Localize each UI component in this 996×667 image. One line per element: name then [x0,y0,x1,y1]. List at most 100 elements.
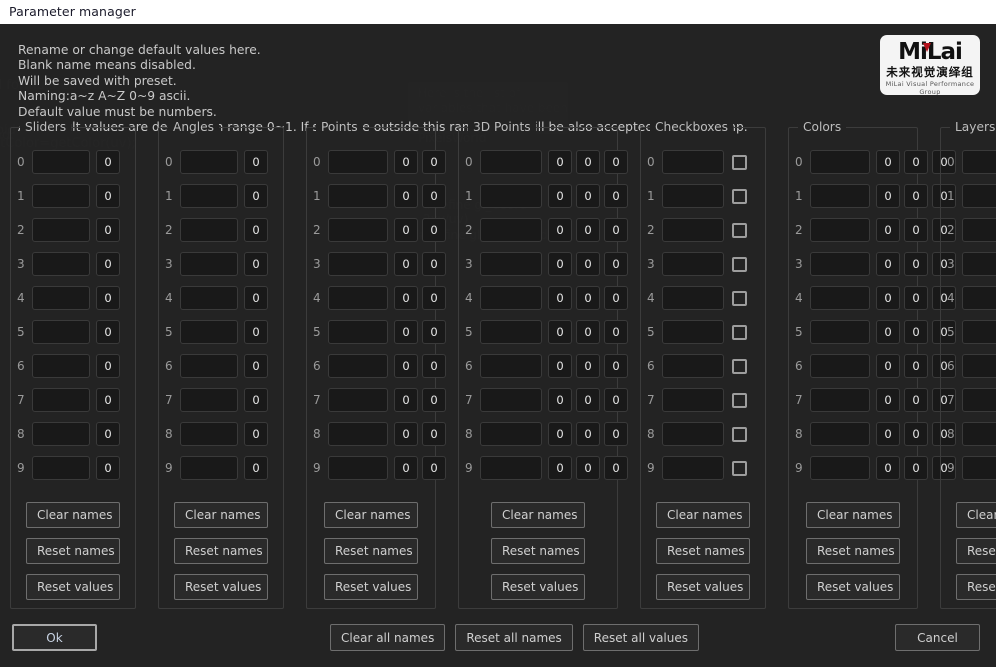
reset-all-values-button[interactable]: Reset all values [582,624,699,651]
value-input-points-9-0[interactable] [394,456,418,480]
value-input-colors-6-0[interactable] [876,354,900,378]
name-input-angles-6[interactable] [180,354,238,378]
checkbox-checkboxes-7[interactable] [732,392,747,408]
value-input-points-9-1[interactable] [422,456,446,480]
name-input-points3d-2[interactable] [480,218,542,242]
value-input-colors-7-0[interactable] [876,388,900,412]
reset-values-button-angles[interactable]: Reset values [174,574,268,600]
name-input-colors-6[interactable] [810,354,870,378]
value-input-points-7-0[interactable] [394,388,418,412]
name-input-points3d-7[interactable] [480,388,542,412]
value-input-colors-8-0[interactable] [876,422,900,446]
value-input-colors-9-1[interactable] [904,456,928,480]
checkbox-checkboxes-2[interactable] [732,222,747,238]
checkbox-checkboxes-0[interactable] [732,154,747,170]
name-input-angles-2[interactable] [180,218,238,242]
name-input-points3d-6[interactable] [480,354,542,378]
name-input-sliders-0[interactable] [32,150,90,174]
value-input-sliders-1-0[interactable] [96,184,120,208]
value-input-sliders-4-0[interactable] [96,286,120,310]
reset-names-button-points[interactable]: Reset names [324,538,418,564]
value-input-sliders-7-0[interactable] [96,388,120,412]
value-input-points3d-4-0[interactable] [548,286,572,310]
value-input-sliders-3-0[interactable] [96,252,120,276]
value-input-colors-0-0[interactable] [876,150,900,174]
name-input-layers-1[interactable] [962,184,996,208]
name-input-sliders-3[interactable] [32,252,90,276]
name-input-points3d-4[interactable] [480,286,542,310]
name-input-layers-7[interactable] [962,388,996,412]
value-input-points-5-1[interactable] [422,320,446,344]
clear-names-button-points3d[interactable]: Clear names [491,502,585,528]
value-input-points-4-0[interactable] [394,286,418,310]
value-input-points3d-4-1[interactable] [576,286,600,310]
cancel-button[interactable]: Cancel [895,624,980,651]
value-input-colors-9-0[interactable] [876,456,900,480]
name-input-points-0[interactable] [328,150,388,174]
value-input-points-6-1[interactable] [422,354,446,378]
value-input-colors-5-0[interactable] [876,320,900,344]
name-input-points3d-0[interactable] [480,150,542,174]
value-input-points-3-0[interactable] [394,252,418,276]
value-input-colors-2-0[interactable] [876,218,900,242]
name-input-checkboxes-9[interactable] [662,456,724,480]
value-input-sliders-6-0[interactable] [96,354,120,378]
reset-values-button-colors[interactable]: Reset values [806,574,900,600]
reset-names-button-sliders[interactable]: Reset names [26,538,120,564]
value-input-angles-2-0[interactable] [244,218,268,242]
value-input-points3d-1-1[interactable] [576,184,600,208]
name-input-points-1[interactable] [328,184,388,208]
name-input-points-7[interactable] [328,388,388,412]
value-input-points3d-9-0[interactable] [548,456,572,480]
value-input-points-8-0[interactable] [394,422,418,446]
value-input-points3d-6-0[interactable] [548,354,572,378]
value-input-colors-4-0[interactable] [876,286,900,310]
name-input-points-9[interactable] [328,456,388,480]
clear-names-button-points[interactable]: Clear names [324,502,418,528]
value-input-points-0-0[interactable] [394,150,418,174]
value-input-points3d-1-2[interactable] [604,184,628,208]
name-input-points3d-8[interactable] [480,422,542,446]
value-input-angles-6-0[interactable] [244,354,268,378]
value-input-points3d-2-0[interactable] [548,218,572,242]
name-input-sliders-2[interactable] [32,218,90,242]
value-input-colors-2-1[interactable] [904,218,928,242]
clear-names-button-checkboxes[interactable]: Clear names [656,502,750,528]
value-input-colors-7-1[interactable] [904,388,928,412]
value-input-sliders-0-0[interactable] [96,150,120,174]
reset-all-names-button[interactable]: Reset all names [455,624,573,651]
value-input-angles-4-0[interactable] [244,286,268,310]
name-input-colors-3[interactable] [810,252,870,276]
value-input-angles-8-0[interactable] [244,422,268,446]
clear-names-button-layers[interactable]: Clear names [956,502,996,528]
name-input-layers-6[interactable] [962,354,996,378]
value-input-points-2-1[interactable] [422,218,446,242]
name-input-checkboxes-4[interactable] [662,286,724,310]
checkbox-checkboxes-8[interactable] [732,426,747,442]
value-input-points3d-9-2[interactable] [604,456,628,480]
name-input-checkboxes-8[interactable] [662,422,724,446]
name-input-angles-1[interactable] [180,184,238,208]
name-input-points-5[interactable] [328,320,388,344]
value-input-angles-1-0[interactable] [244,184,268,208]
reset-names-button-checkboxes[interactable]: Reset names [656,538,750,564]
value-input-points3d-0-2[interactable] [604,150,628,174]
value-input-points3d-9-1[interactable] [576,456,600,480]
reset-names-button-angles[interactable]: Reset names [174,538,268,564]
name-input-checkboxes-5[interactable] [662,320,724,344]
name-input-points3d-9[interactable] [480,456,542,480]
value-input-angles-9-0[interactable] [244,456,268,480]
name-input-layers-5[interactable] [962,320,996,344]
value-input-points3d-5-1[interactable] [576,320,600,344]
reset-values-button-checkboxes[interactable]: Reset values [656,574,750,600]
value-input-points-4-1[interactable] [422,286,446,310]
value-input-colors-5-1[interactable] [904,320,928,344]
value-input-points3d-8-1[interactable] [576,422,600,446]
name-input-colors-9[interactable] [810,456,870,480]
value-input-points-1-0[interactable] [394,184,418,208]
name-input-sliders-5[interactable] [32,320,90,344]
value-input-angles-3-0[interactable] [244,252,268,276]
value-input-points3d-5-2[interactable] [604,320,628,344]
name-input-angles-3[interactable] [180,252,238,276]
name-input-sliders-7[interactable] [32,388,90,412]
